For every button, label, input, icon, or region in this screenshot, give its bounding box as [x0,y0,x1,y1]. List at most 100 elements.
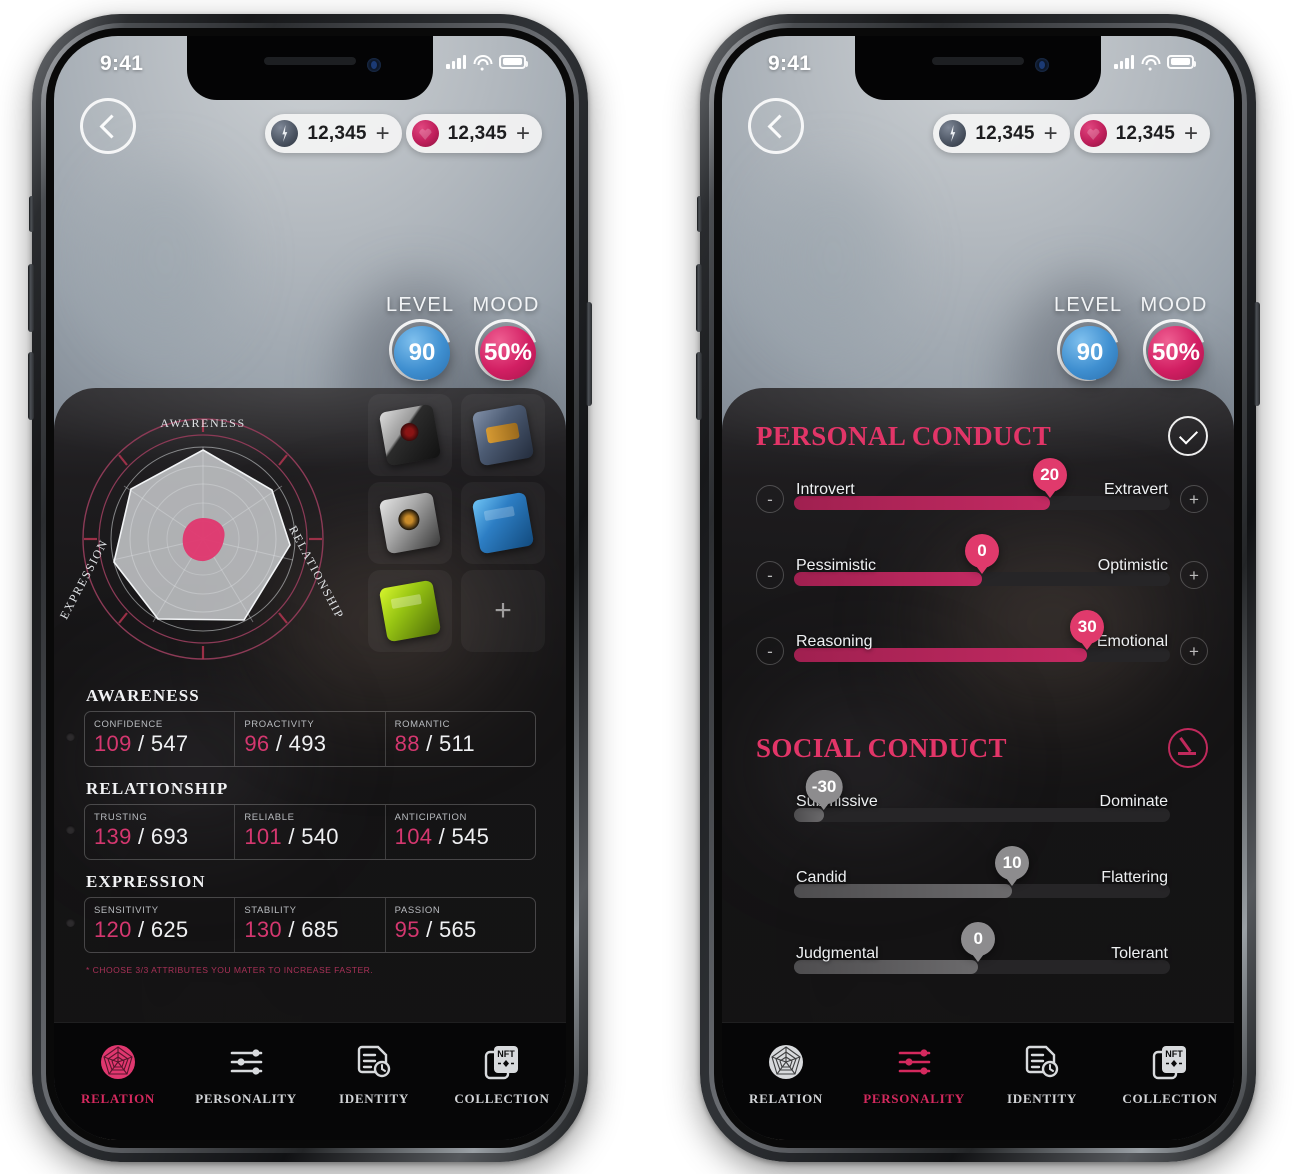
item-slot[interactable] [368,482,452,564]
stat-current: 109 [94,731,132,756]
item-slot[interactable] [368,394,452,476]
volume-down-button[interactable] [28,352,34,420]
stat-max: 625 [150,917,189,942]
mute-switch[interactable] [29,196,34,232]
screenshot-stage: 9:41 12,345 + 12,345 [0,0,1314,1174]
power-button[interactable] [1254,302,1260,406]
currency-energy[interactable]: 12,345 + [265,114,402,153]
stat-current: 130 [244,917,282,942]
slider-decrease-button[interactable]: - [756,637,784,665]
tab-relation[interactable]: RELATION [722,1039,850,1107]
tab-identity[interactable]: IDENTITY [310,1039,438,1107]
stat-key: PROACTIVITY [244,719,315,730]
section-personal-conduct: PERSONAL CONDUCT - Introvert Extravert 2… [756,416,1208,710]
document-clock-icon [310,1039,438,1085]
slider-reasoning-emotional[interactable]: - Reasoning Emotional 30 + [756,610,1208,668]
stat-cell[interactable]: ROMANTIC 88 / 511 [386,712,535,766]
volume-down-button[interactable] [696,352,702,420]
level-gauge[interactable]: LEVEL 90 [1045,294,1131,393]
item-card-icon [471,403,535,467]
tab-personality[interactable]: PERSONALITY [850,1039,978,1107]
back-button[interactable] [748,98,804,154]
mood-gauge[interactable]: MOOD 50% [1131,294,1217,393]
group-marker-dot[interactable] [66,732,75,741]
item-slot[interactable] [461,482,545,564]
stat-cell[interactable]: PASSION 95 / 565 [386,898,535,952]
slider-value-bubble[interactable]: 30 [1070,610,1105,644]
item-card-icon [378,491,442,555]
stat-cell[interactable]: RELIABLE 101 / 540 [235,805,386,859]
stat-sep: / [131,731,151,756]
heart-add-button[interactable]: + [1184,121,1198,145]
equipped-items-grid: + [368,394,548,652]
slider-left-label: Candid [796,869,847,886]
stat-cell[interactable]: TRUSTING 139 / 693 [85,805,236,859]
attributes-footnote: * CHOOSE 3/3 ATTRIBUTES YOU MATER TO INC… [86,965,374,975]
level-gauge[interactable]: LEVEL 90 [377,294,463,393]
slider-increase-button[interactable]: + [1180,485,1208,513]
currency-heart[interactable]: 12,345 + [405,114,542,153]
volume-up-button[interactable] [28,264,34,332]
tab-label: PERSONALITY [863,1091,965,1106]
battery-icon [1167,54,1197,69]
heart-add-button[interactable]: + [516,121,530,145]
check-circle-icon[interactable] [1168,416,1208,456]
item-slot[interactable] [368,570,452,652]
tab-label: COLLECTION [1122,1091,1218,1106]
slider-increase-button[interactable]: + [1180,561,1208,589]
battery-icon [499,54,529,69]
currency-heart[interactable]: 12,345 + [1073,114,1210,153]
slider-introvert-extravert[interactable]: - Introvert Extravert 20 + [756,458,1208,516]
stat-max: 547 [150,731,189,756]
nft-cards-icon: NFT [1106,1039,1234,1085]
slider-decrease-button[interactable]: - [756,485,784,513]
slider-value-bubble[interactable]: 0 [965,534,999,568]
energy-add-button[interactable]: + [1044,121,1058,145]
stat-cell[interactable]: ANTICIPATION 104 / 545 [386,805,535,859]
slider-pessimistic-optimistic[interactable]: - Pessimistic Optimistic 0 + [756,534,1208,592]
tab-identity[interactable]: IDENTITY [978,1039,1106,1107]
item-slot-add-button[interactable]: + [461,570,545,652]
slider-left-label: Judgmental [796,945,879,962]
stat-cell[interactable]: SENSITIVITY 120 / 625 [85,898,236,952]
stat-sep: / [269,731,289,756]
mute-switch[interactable] [697,196,702,232]
stat-cell[interactable]: PROACTIVITY 96 / 493 [235,712,386,766]
currency-bar: 12,345 + 12,345 + [933,114,1210,153]
tab-relation[interactable]: RELATION [54,1039,182,1107]
stat-sep: / [131,917,151,942]
mood-gauge[interactable]: MOOD 50% [463,294,549,393]
tab-personality[interactable]: PERSONALITY [182,1039,310,1107]
tab-collection[interactable]: NFT COLLECTION [1106,1039,1234,1107]
slider-right-label: Flattering [1101,869,1168,886]
locked-circle-icon[interactable] [1168,728,1208,768]
slider-decrease-button[interactable]: - [756,561,784,589]
device-notch [187,36,433,100]
stat-sep: / [419,731,439,756]
stat-key: SENSITIVITY [94,905,159,916]
mood-value: 50% [480,326,536,380]
tab-label: COLLECTION [454,1091,550,1106]
group-marker-dot[interactable] [66,918,75,927]
stat-group-expression: EXPRESSION SENSITIVITY 120 / 625 STABILI… [66,872,536,953]
back-button[interactable] [80,98,136,154]
section-title: PERSONAL CONDUCT [756,420,1052,451]
energy-add-button[interactable]: + [376,121,390,145]
tab-label: RELATION [81,1091,155,1106]
currency-energy[interactable]: 12,345 + [933,114,1070,153]
tab-collection[interactable]: NFT COLLECTION [438,1039,566,1107]
attribute-radar-chart[interactable]: AWARENESS RELATIONSHIP EXPRESSION [57,412,347,666]
nft-cards-icon: NFT [438,1039,566,1085]
item-slot[interactable] [461,394,545,476]
stat-current: 101 [244,824,282,849]
stat-key: RELIABLE [244,812,295,823]
slider-value-bubble[interactable]: 20 [1032,458,1067,492]
stat-cell[interactable]: STABILITY 130 / 685 [235,898,386,952]
tab-label: IDENTITY [339,1091,409,1106]
slider-increase-button[interactable]: + [1180,637,1208,665]
svg-text:NFT: NFT [1165,1049,1183,1059]
volume-up-button[interactable] [696,264,702,332]
group-marker-dot[interactable] [66,825,75,834]
stat-cell[interactable]: CONFIDENCE 109 / 547 [85,712,236,766]
power-button[interactable] [586,302,592,406]
